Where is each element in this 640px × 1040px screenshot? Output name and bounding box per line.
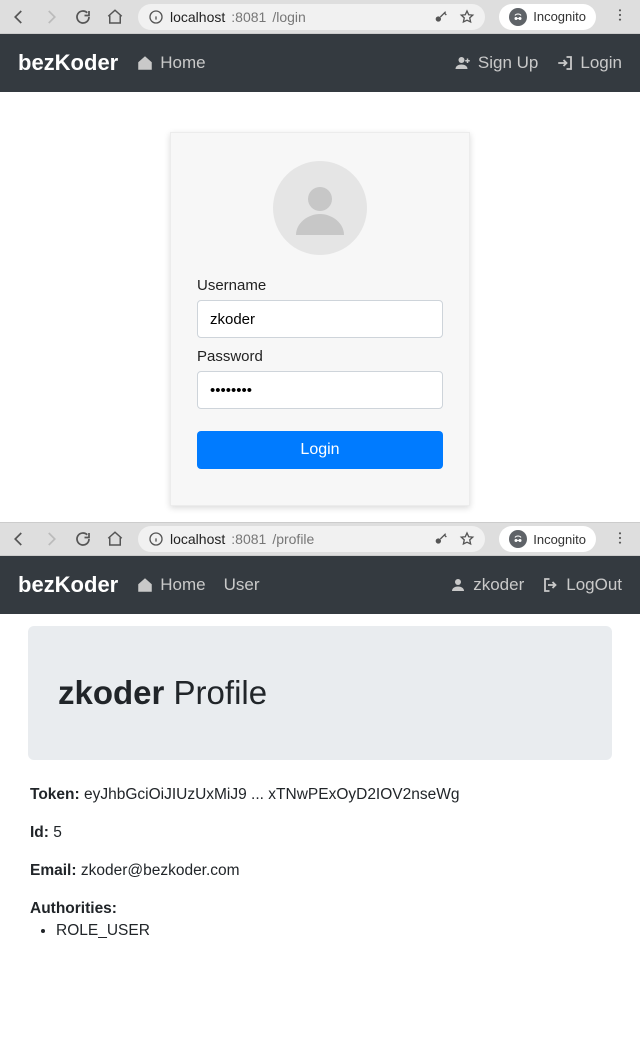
nav-home-label: Home xyxy=(160,53,205,73)
home-icon[interactable] xyxy=(106,8,124,26)
authorities-list: ROLE_USER xyxy=(56,922,610,940)
nav-login-label: Login xyxy=(580,53,622,73)
star-icon[interactable] xyxy=(459,9,475,25)
brand[interactable]: bezKoder xyxy=(18,572,118,598)
login-card: Username Password Login xyxy=(170,132,470,506)
nav-signup-label: Sign Up xyxy=(478,53,538,73)
id-label: Id: xyxy=(30,824,49,841)
nav-username-label: zkoder xyxy=(473,575,524,595)
nav-user[interactable]: User xyxy=(224,575,260,595)
profile-name: zkoder xyxy=(58,674,164,711)
forward-icon xyxy=(42,8,60,26)
brand[interactable]: bezKoder xyxy=(18,50,118,76)
incognito-label: Incognito xyxy=(533,9,586,24)
username-input[interactable] xyxy=(197,300,443,338)
profile-title-suffix: Profile xyxy=(164,674,267,711)
nav-username[interactable]: zkoder xyxy=(449,575,524,595)
incognito-badge: Incognito xyxy=(499,526,596,552)
user-plus-icon xyxy=(454,54,472,72)
token-label: Token: xyxy=(30,786,80,803)
incognito-badge: Incognito xyxy=(499,4,596,30)
forward-icon xyxy=(42,530,60,548)
incognito-icon xyxy=(509,530,527,548)
login-page: Username Password Login xyxy=(0,92,640,522)
info-icon xyxy=(148,531,164,547)
signout-icon xyxy=(542,576,560,594)
browser-menu-icon[interactable] xyxy=(610,530,630,549)
back-icon[interactable] xyxy=(10,8,28,26)
url-host: localhost xyxy=(170,9,225,25)
authority-item: ROLE_USER xyxy=(56,922,610,940)
navbar-login: bezKoder Home Sign Up Login xyxy=(0,34,640,92)
browser-chrome-profile: localhost :8081/profile Incognito xyxy=(0,522,640,556)
address-bar[interactable]: localhost :8081/login xyxy=(138,4,485,30)
nav-home[interactable]: Home xyxy=(136,575,205,595)
authorities-row: Authorities: xyxy=(30,900,610,918)
reload-icon[interactable] xyxy=(74,530,92,548)
nav-user-label: User xyxy=(224,575,260,595)
nav-home-label: Home xyxy=(160,575,205,595)
avatar-placeholder xyxy=(273,161,367,255)
email-row: Email: zkoder@bezkoder.com xyxy=(30,862,610,880)
key-icon[interactable] xyxy=(433,531,449,547)
nav-home[interactable]: Home xyxy=(136,53,205,73)
profile-details: Token: eyJhbGciOiJIUzUxMiJ9 ... xTNwPExO… xyxy=(30,786,610,940)
browser-chrome-login: localhost :8081/login Incognito xyxy=(0,0,640,34)
url-port: :8081 xyxy=(231,531,266,547)
home-icon[interactable] xyxy=(106,530,124,548)
username-label: Username xyxy=(197,277,443,294)
back-icon[interactable] xyxy=(10,530,28,548)
token-row: Token: eyJhbGciOiJIUzUxMiJ9 ... xTNwPExO… xyxy=(30,786,610,804)
profile-header: zkoder Profile xyxy=(28,626,612,760)
profile-page: zkoder Profile Token: eyJhbGciOiJIUzUxMi… xyxy=(0,626,640,958)
key-icon[interactable] xyxy=(433,9,449,25)
incognito-icon xyxy=(509,8,527,26)
nav-signup[interactable]: Sign Up xyxy=(454,53,538,73)
nav-login[interactable]: Login xyxy=(556,53,622,73)
user-icon xyxy=(449,576,467,594)
address-bar[interactable]: localhost :8081/profile xyxy=(138,526,485,552)
token-value: eyJhbGciOiJIUzUxMiJ9 ... xTNwPExOyD2IOV2… xyxy=(84,786,460,803)
authorities-label: Authorities: xyxy=(30,900,117,917)
email-label: Email: xyxy=(30,862,77,879)
nav-logout[interactable]: LogOut xyxy=(542,575,622,595)
star-icon[interactable] xyxy=(459,531,475,547)
navbar-profile: bezKoder Home User zkoder LogOut xyxy=(0,556,640,614)
house-icon xyxy=(136,576,154,594)
email-value: zkoder@bezkoder.com xyxy=(81,862,240,879)
signin-icon xyxy=(556,54,574,72)
password-input[interactable] xyxy=(197,371,443,409)
info-icon xyxy=(148,9,164,25)
nav-logout-label: LogOut xyxy=(566,575,622,595)
url-path: /login xyxy=(272,9,305,25)
login-button[interactable]: Login xyxy=(197,431,443,469)
id-row: Id: 5 xyxy=(30,824,610,842)
profile-title: zkoder Profile xyxy=(58,674,582,712)
url-port: :8081 xyxy=(231,9,266,25)
browser-menu-icon[interactable] xyxy=(610,7,630,26)
password-label: Password xyxy=(197,348,443,365)
url-host: localhost xyxy=(170,531,225,547)
house-icon xyxy=(136,54,154,72)
reload-icon[interactable] xyxy=(74,8,92,26)
id-value: 5 xyxy=(53,824,62,841)
incognito-label: Incognito xyxy=(533,532,586,547)
user-icon xyxy=(284,172,356,244)
url-path: /profile xyxy=(272,531,314,547)
